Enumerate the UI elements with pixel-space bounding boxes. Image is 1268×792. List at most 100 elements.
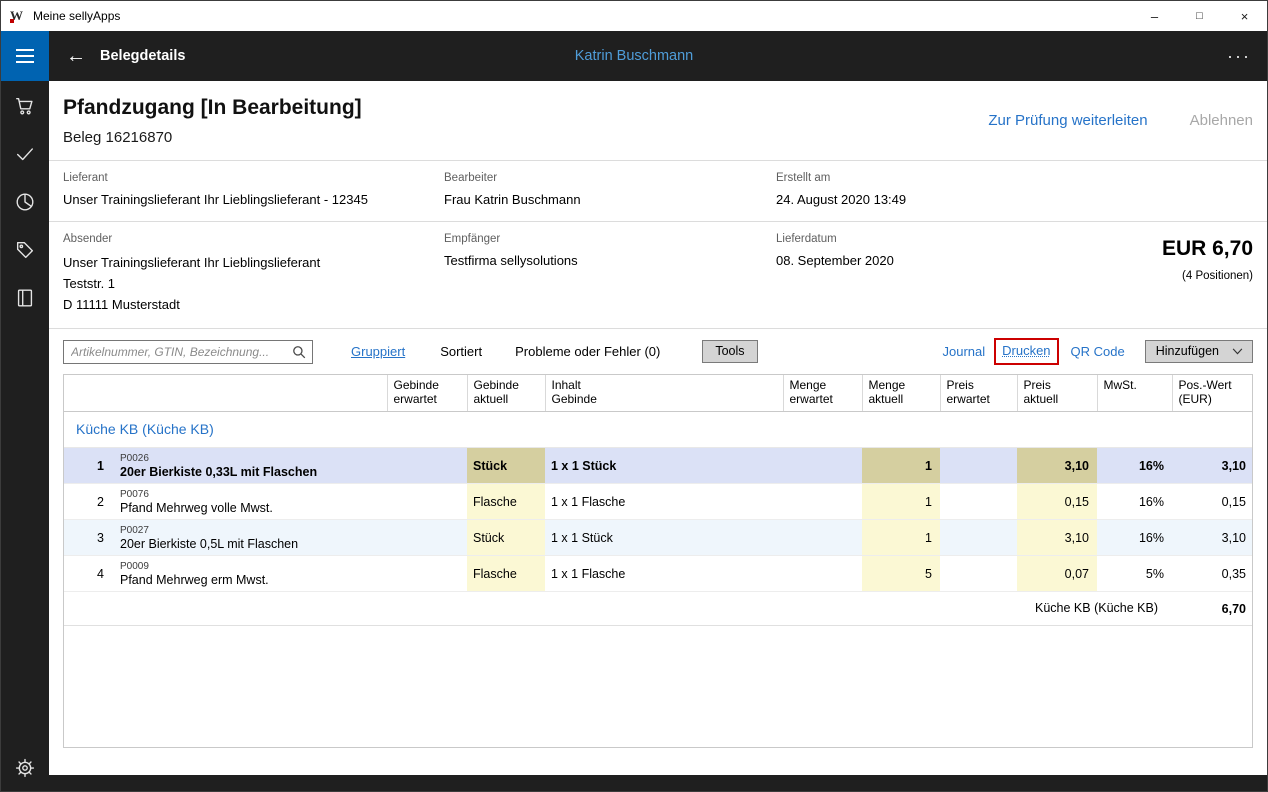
drucken-focus-highlight: Drucken: [994, 338, 1059, 365]
article-name: Pfand Mehrweg erm Mwst.: [120, 572, 269, 587]
cell-preis-aktuell[interactable]: 3,10: [1017, 519, 1097, 556]
table-row[interactable]: 3 P0027 20er Bierkiste 0,5L mit Flaschen…: [64, 519, 1252, 556]
minimize-button[interactable]: –: [1132, 1, 1177, 31]
sortiert-link[interactable]: Sortiert: [440, 344, 482, 359]
document-titles: Pfandzugang [In Bearbeitung] Beleg 16216…: [63, 96, 362, 146]
cell-article: P0026 20er Bierkiste 0,33L mit Flaschen: [114, 447, 387, 484]
table-row[interactable]: 2 P0076 Pfand Mehrweg volle Mwst. Flasch…: [64, 483, 1252, 520]
cell-gebinde-aktuell[interactable]: Flasche: [467, 555, 545, 592]
journal-link[interactable]: Journal: [942, 344, 985, 359]
tag-icon[interactable]: [14, 239, 36, 261]
cell-row-number: 4: [64, 555, 114, 592]
field-label: Absender: [63, 233, 113, 245]
main-content: Pfandzugang [In Bearbeitung] Beleg 16216…: [49, 81, 1267, 775]
cell-gebinde-aktuell[interactable]: Stück: [467, 519, 545, 556]
cell-preis-aktuell[interactable]: 0,15: [1017, 483, 1097, 520]
close-button[interactable]: ×: [1222, 1, 1267, 31]
window-controls: – □ ×: [1132, 1, 1267, 31]
cell-article: P0027 20er Bierkiste 0,5L mit Flaschen: [114, 519, 387, 556]
cell-preis-erwartet: [940, 519, 1017, 556]
cell-mwst: 16%: [1097, 519, 1172, 556]
article-name: Pfand Mehrweg volle Mwst.: [120, 500, 273, 515]
tools-button[interactable]: Tools: [702, 340, 758, 363]
cell-menge-aktuell[interactable]: 1: [862, 519, 940, 556]
reject-button[interactable]: Ablehnen: [1190, 112, 1253, 129]
gruppiert-link[interactable]: Gruppiert: [351, 344, 405, 359]
article-code: P0026: [120, 452, 149, 464]
document-title: Pfandzugang [In Bearbeitung]: [63, 95, 362, 119]
col-header-preis-erwartet: Preis erwartet: [939, 375, 1017, 412]
col-header-menge-aktuell: Menge aktuell: [861, 375, 940, 412]
field-value: 08. September 2020: [776, 253, 894, 268]
cell-menge-aktuell[interactable]: 5: [862, 555, 940, 592]
search-box: [63, 339, 313, 364]
cell-inhalt-gebinde: 1 x 1 Flasche: [545, 555, 783, 592]
check-icon[interactable]: [14, 143, 36, 165]
cell-gebinde-erwartet: [387, 555, 467, 592]
col-header-inhalt-gebinde: Inhalt Gebinde: [544, 375, 783, 412]
cart-icon[interactable]: [14, 95, 36, 117]
group-label: Küche KB (Küche KB): [64, 411, 1252, 448]
field-label: Bearbeiter: [444, 172, 498, 184]
article-name: 20er Bierkiste 0,5L mit Flaschen: [120, 536, 299, 551]
field-empfaenger: Empfänger Testfirma sellysolutions: [444, 233, 776, 315]
search-input[interactable]: [71, 344, 292, 359]
cell-gebinde-erwartet: [387, 447, 467, 484]
document-total-block: EUR 6,70 (4 Positionen): [1076, 233, 1253, 315]
cell-pos-wert: 3,10: [1172, 447, 1252, 484]
hinzufuegen-label: Hinzufügen: [1155, 344, 1219, 358]
table-row[interactable]: 1 P0026 20er Bierkiste 0,33L mit Flasche…: [64, 447, 1252, 484]
total-amount: EUR 6,70: [1161, 237, 1253, 260]
table-row[interactable]: 4 P0009 Pfand Mehrweg erm Mwst. Flasche …: [64, 555, 1252, 592]
cell-preis-aktuell[interactable]: 0,07: [1017, 555, 1097, 592]
cell-preis-erwartet: [940, 447, 1017, 484]
current-user[interactable]: Katrin Buschmann: [1, 48, 1267, 64]
forward-for-review-button[interactable]: Zur Prüfung weiterleiten: [988, 112, 1147, 129]
field-label: Erstellt am: [776, 172, 831, 184]
cell-pos-wert: 0,15: [1172, 483, 1252, 520]
field-value: Testfirma sellysolutions: [444, 253, 578, 268]
gear-icon[interactable]: [14, 757, 36, 779]
window-title: Meine sellyApps: [33, 9, 121, 23]
drucken-link[interactable]: Drucken: [1002, 343, 1050, 358]
group-total-value: 6,70: [1172, 591, 1252, 626]
group-total-label: Küche KB (Küche KB): [64, 591, 1172, 626]
document-number: Beleg 16216870: [63, 128, 173, 146]
more-options-icon[interactable]: ···: [1227, 46, 1251, 66]
cell-menge-aktuell[interactable]: 1: [862, 447, 940, 484]
col-header-gebinde-aktuell: Gebinde aktuell: [466, 375, 545, 412]
cell-row-number: 3: [64, 519, 114, 556]
absender-line-1: Unser Trainingslieferant Ihr Lieblingsli…: [63, 255, 321, 270]
pie-chart-icon[interactable]: [14, 191, 36, 213]
absender-line-3: D 11111 Musterstadt: [63, 297, 180, 312]
col-header-mwst: MwSt.: [1096, 375, 1172, 412]
field-lieferant: Lieferant Unser Trainingslieferant Ihr L…: [63, 172, 444, 208]
app-header: ← Belegdetails Katrin Buschmann ···: [1, 31, 1267, 81]
hinzufuegen-button[interactable]: Hinzufügen: [1144, 340, 1253, 363]
cell-row-number: 2: [64, 483, 114, 520]
cell-menge-aktuell[interactable]: 1: [862, 483, 940, 520]
cell-inhalt-gebinde: 1 x 1 Stück: [545, 447, 783, 484]
field-erstellt-am: Erstellt am 24. August 2020 13:49: [776, 172, 1076, 208]
cell-preis-aktuell[interactable]: 3,10: [1017, 447, 1097, 484]
cell-article: P0009 Pfand Mehrweg erm Mwst.: [114, 555, 387, 592]
col-header-artikel: [114, 375, 387, 412]
cell-inhalt-gebinde: 1 x 1 Flasche: [545, 483, 783, 520]
bottom-statusbar: [49, 775, 1267, 791]
search-icon: [293, 345, 306, 358]
maximize-button[interactable]: □: [1177, 1, 1222, 31]
cell-menge-erwartet: [783, 519, 862, 556]
probleme-fehler-link[interactable]: Probleme oder Fehler (0): [515, 344, 660, 359]
qr-code-link[interactable]: QR Code: [1071, 344, 1125, 359]
book-icon[interactable]: [14, 287, 36, 309]
cell-mwst: 16%: [1097, 447, 1172, 484]
items-toolbar: Gruppiert Sortiert Probleme oder Fehler …: [49, 329, 1267, 374]
cell-menge-erwartet: [783, 555, 862, 592]
titlebar: W Meine sellyApps – □ ×: [1, 1, 1267, 31]
cell-menge-erwartet: [783, 447, 862, 484]
group-total-row: Küche KB (Küche KB) 6,70: [64, 591, 1252, 626]
cell-gebinde-aktuell[interactable]: Stück: [467, 447, 545, 484]
cell-gebinde-aktuell[interactable]: Flasche: [467, 483, 545, 520]
sidebar: [1, 81, 49, 791]
field-absender: Absender Unser Trainingslieferant Ihr Li…: [63, 233, 444, 315]
